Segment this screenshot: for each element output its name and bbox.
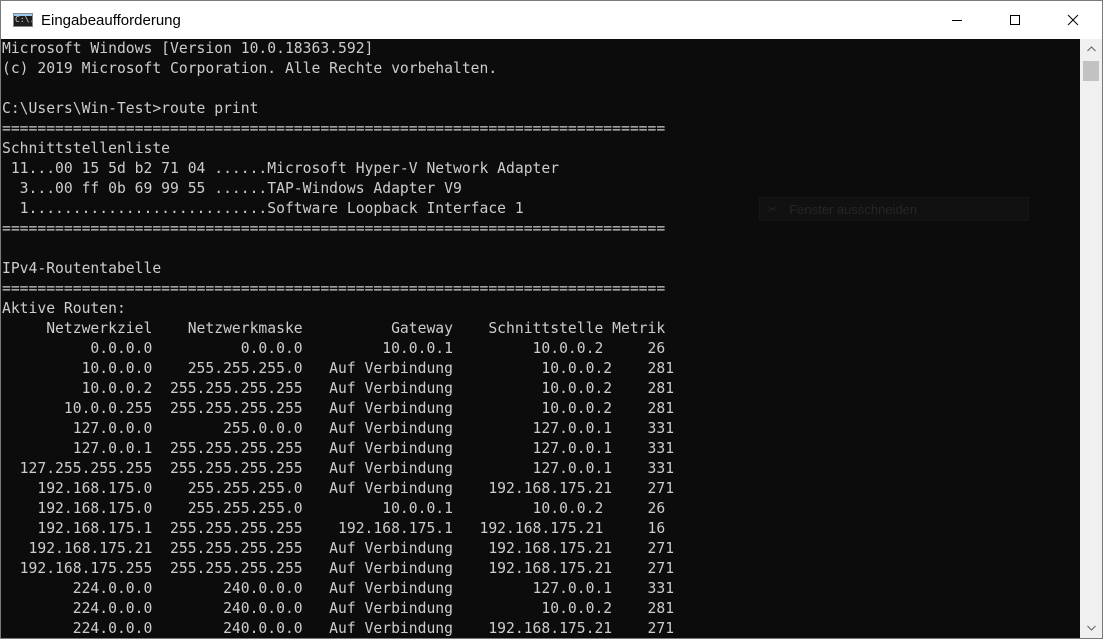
snip-window-tooltip: ✂ Fenster ausschneiden [759,197,1029,221]
console-line: 192.168.175.1 255.255.255.255 192.168.17… [2,520,666,537]
console-line: Microsoft Windows [Version 10.0.18363.59… [2,40,374,57]
console-line: 3...00 ff 0b 69 99 55 ......TAP-Windows … [2,180,462,197]
chevron-up-icon [1086,46,1096,52]
console-line: ========================================… [2,280,666,297]
window-title: Eingabeaufforderung [41,11,181,29]
console-line: 224.0.0.0 240.0.0.0 Auf Verbindung 127.0… [2,580,675,597]
console-line: 127.0.0.0 255.0.0.0 Auf Verbindung 127.0… [2,420,675,437]
chevron-down-icon [1086,625,1096,631]
cmd-icon-text: C:\. [15,15,33,24]
console-line: 224.0.0.0 240.0.0.0 Auf Verbindung 192.1… [2,620,675,637]
console-line: 127.0.0.1 255.255.255.255 Auf Verbindung… [2,440,675,457]
console-line: C:\Users\Win-Test>route print [2,100,259,117]
window-controls [928,1,1102,39]
console-line: 192.168.175.21 255.255.255.255 Auf Verbi… [2,540,675,557]
console-line: 10.0.0.2 255.255.255.255 Auf Verbindung … [2,380,675,397]
console-line: 10.0.0.255 255.255.255.255 Auf Verbindun… [2,400,675,417]
console-line: 224.0.0.0 240.0.0.0 Auf Verbindung 10.0.… [2,600,675,617]
console-line: 127.255.255.255 255.255.255.255 Auf Verb… [2,460,675,477]
scrollbar-thumb[interactable] [1083,61,1099,81]
console-line: 10.0.0.0 255.255.255.0 Auf Verbindung 10… [2,360,675,377]
scroll-down-button[interactable] [1080,618,1102,638]
title-bar[interactable]: C:\. Eingabeaufforderung [1,1,1102,39]
maximize-icon [1010,15,1020,25]
vertical-scrollbar[interactable] [1080,39,1102,638]
scroll-up-button[interactable] [1080,39,1102,59]
console-line: 192.168.175.255 255.255.255.255 Auf Verb… [2,560,675,577]
minimize-icon [952,20,962,21]
console-line: ========================================… [2,120,666,137]
scissors-icon: ✂ [768,203,778,216]
close-icon [1067,14,1079,26]
console-line: 0.0.0.0 0.0.0.0 10.0.0.1 10.0.0.2 26 [2,340,666,357]
tooltip-text: Fenster ausschneiden [789,201,918,217]
minimize-button[interactable] [928,1,986,39]
close-button[interactable] [1044,1,1102,39]
maximize-button[interactable] [986,1,1044,39]
cmd-icon: C:\. [13,13,33,27]
command-prompt-window: C:\. Eingabeaufforderung Microsoft Windo… [0,0,1103,639]
console-line: Schnittstellenliste [2,140,171,157]
console-line: Aktive Routen: [2,300,126,317]
console-output[interactable]: Microsoft Windows [Version 10.0.18363.59… [1,39,1081,638]
console-line: 192.168.175.0 255.255.255.0 Auf Verbindu… [2,480,675,497]
console-line: IPv4-Routentabelle [2,260,162,277]
console-line: 11...00 15 5d b2 71 04 ......Microsoft H… [2,160,560,177]
console-line: 192.168.175.0 255.255.255.0 10.0.0.1 10.… [2,500,666,517]
console-line: Netzwerkziel Netzwerkmaske Gateway Schni… [2,320,666,337]
console-line: ========================================… [2,220,666,237]
console-line: (c) 2019 Microsoft Corporation. Alle Rec… [2,60,498,77]
